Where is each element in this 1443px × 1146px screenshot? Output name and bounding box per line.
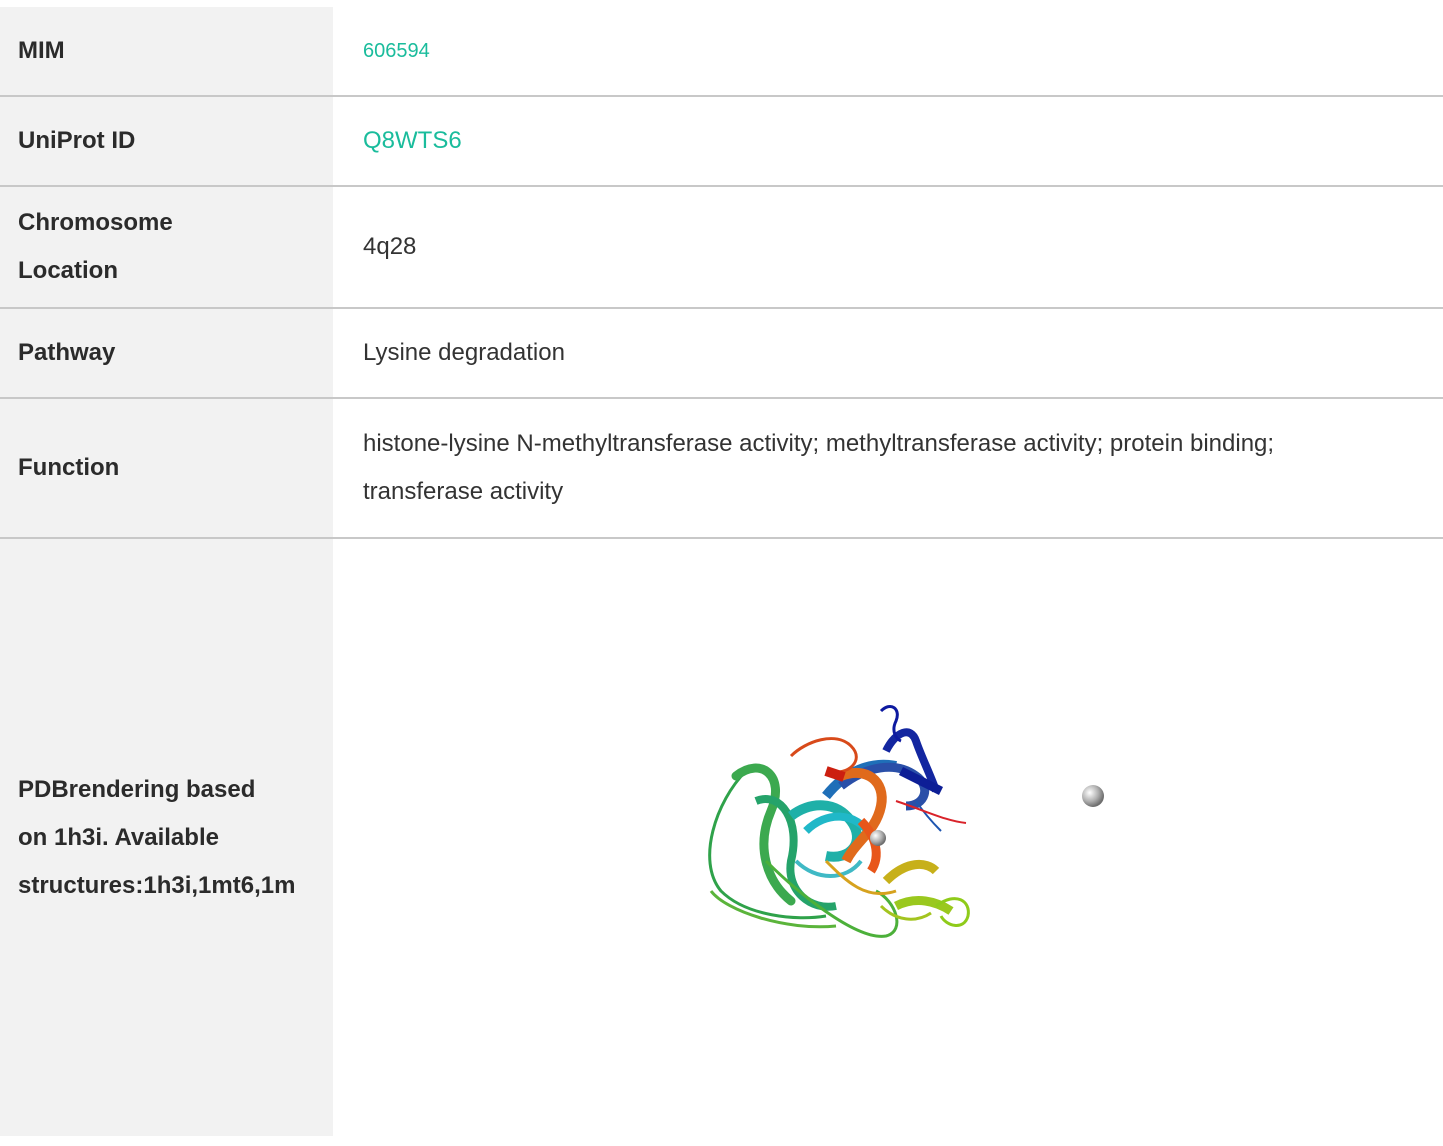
pdb-label-line3: structures:1h3i,1mt6,1m [18, 871, 296, 899]
function-label: Function [0, 399, 333, 537]
row-uniprot: UniProt ID Q8WTS6 [0, 97, 1443, 187]
mim-label: MIM [0, 7, 333, 95]
chromosome-value: 4q28 [363, 233, 417, 260]
uniprot-label: UniProt ID [0, 97, 333, 185]
pdb-label: PDBrendering based on 1h3i. Available st… [0, 539, 333, 1136]
pathway-value: Lysine degradation [363, 339, 565, 366]
mim-link[interactable]: 606594 [363, 27, 430, 75]
row-pathway: Pathway Lysine degradation [0, 309, 1443, 399]
pdb-value-cell [333, 539, 1443, 1136]
row-chromosome: Chromosome Location 4q28 [0, 187, 1443, 309]
chromosome-label-line1: Chromosome [18, 209, 173, 236]
uniprot-value-cell: Q8WTS6 [333, 97, 1443, 185]
chromosome-label: Chromosome Location [0, 187, 333, 307]
pdb-label-line2: on 1h3i. Available [18, 823, 219, 851]
protein-structure-image [596, 561, 1118, 1083]
row-function: Function histone-lysine N-methyltransfer… [0, 399, 1443, 539]
pathway-label: Pathway [0, 309, 333, 397]
row-pdb: PDBrendering based on 1h3i. Available st… [0, 539, 1443, 1136]
gene-info-table: MIM 606594 UniProt ID Q8WTS6 Chromosome … [0, 7, 1443, 1136]
function-value: histone-lysine N-methyltransferase activ… [363, 430, 1275, 505]
row-mim: MIM 606594 [0, 7, 1443, 97]
uniprot-link[interactable]: Q8WTS6 [363, 117, 462, 165]
mim-value-cell: 606594 [333, 7, 1443, 95]
pdb-label-line1: PDBrendering based [18, 775, 256, 803]
protein-ribbon-graphic [708, 705, 1104, 938]
chromosome-label-line2: Location [18, 257, 118, 284]
